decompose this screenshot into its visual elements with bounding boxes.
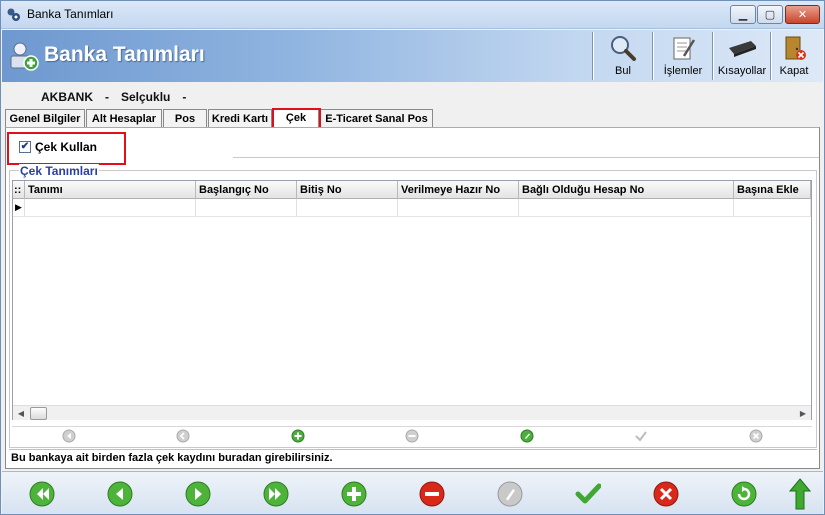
refresh-icon[interactable] (731, 481, 757, 507)
tab-e-ticaret-sanal-pos[interactable]: E-Ticaret Sanal Pos (320, 109, 433, 127)
maximize-button[interactable]: ▢ (757, 5, 783, 24)
maximize-icon: ▢ (764, 8, 776, 21)
header-band: Banka Tanımları Bul İşlemler Kısayollar … (2, 30, 823, 82)
bank-user-icon (10, 42, 39, 71)
islemler-button[interactable]: İşlemler (654, 30, 712, 82)
column-basina-ekle[interactable]: Başına Ekle (734, 181, 811, 199)
first-icon[interactable] (29, 481, 55, 507)
previous-icon[interactable] (107, 481, 133, 507)
magnifier-icon (611, 36, 636, 61)
document-edit-icon (673, 37, 696, 60)
scroll-right-icon[interactable]: ▶ (796, 407, 810, 420)
bank-sep: - (182, 90, 187, 104)
grid-navigator (12, 426, 812, 444)
remove-icon[interactable] (419, 481, 445, 507)
bank-sep: - (105, 90, 109, 104)
checkbox-highlight (7, 132, 126, 165)
bul-button[interactable]: Bul (594, 30, 652, 82)
minimize-button[interactable]: ▁ (730, 5, 756, 24)
cell-baslangic-no[interactable] (196, 199, 297, 217)
column-bagli-hesap-no[interactable]: Bağlı Olduğu Hesap No (519, 181, 734, 199)
column-tanimi[interactable]: Tanımı (25, 181, 196, 199)
bank-branch: Selçuklu (121, 90, 171, 104)
exit-door-icon (785, 36, 806, 60)
status-text: Bu bankaya ait birden fazla çek kaydını … (9, 449, 817, 466)
cancel-record-icon[interactable] (749, 429, 763, 443)
tab-strip: Genel Bilgiler Alt Hesaplar Pos Kredi Ka… (5, 108, 820, 127)
row-indicator: ▶ (13, 199, 25, 217)
close-window-button[interactable]: ✕ (785, 5, 820, 24)
grid-corner: :: (13, 181, 25, 199)
edit-record-icon[interactable] (520, 429, 534, 443)
footer-toolbar (2, 471, 823, 514)
tab-pos[interactable]: Pos (163, 109, 207, 127)
table-row[interactable]: ▶ (13, 199, 811, 217)
bank-name: AKBANK (41, 90, 93, 104)
cek-grid[interactable]: :: Tanımı Başlangıç No Bitiş No Verilmey… (12, 180, 812, 420)
scroll-left-icon[interactable]: ◀ (14, 407, 28, 420)
next-icon[interactable] (185, 481, 211, 507)
prior-record-icon[interactable] (176, 429, 190, 443)
bul-label: Bul (615, 65, 631, 77)
first-record-icon[interactable] (62, 429, 76, 443)
keyboard-icon (729, 41, 756, 57)
app-icon (7, 8, 20, 21)
last-icon[interactable] (263, 481, 289, 507)
add-icon[interactable] (341, 481, 367, 507)
tab-highlight (272, 108, 321, 129)
insert-record-icon[interactable] (291, 429, 305, 443)
divider (233, 157, 819, 158)
cancel-icon[interactable] (653, 481, 679, 507)
up-arrow-icon[interactable] (789, 478, 811, 510)
minimize-icon: ▁ (738, 8, 748, 21)
scroll-thumb[interactable] (30, 407, 47, 420)
save-icon[interactable] (575, 481, 601, 507)
title-bar: Banka Tanımları ▁ ▢ ✕ (1, 1, 824, 29)
horizontal-scrollbar[interactable]: ◀ ▶ (13, 405, 811, 420)
bank-info: AKBANK - Selçuklu - (41, 90, 198, 104)
window-title: Banka Tanımları (27, 7, 114, 21)
cell-basina-ekle[interactable] (734, 199, 811, 217)
column-baslangic-no[interactable]: Başlangıç No (196, 181, 297, 199)
cell-bitis-no[interactable] (297, 199, 398, 217)
post-record-icon[interactable] (634, 429, 648, 443)
kapat-label: Kapat (779, 65, 809, 77)
page-title: Banka Tanımları (44, 43, 205, 66)
tab-kredi-karti[interactable]: Kredi Kartı (208, 109, 272, 127)
edit-icon[interactable] (497, 481, 523, 507)
tab-alt-hesaplar[interactable]: Alt Hesaplar (86, 109, 162, 127)
islemler-label: İşlemler (663, 65, 703, 77)
cell-tanimi[interactable] (25, 199, 196, 217)
close-icon: ✕ (797, 8, 808, 21)
delete-record-icon[interactable] (405, 429, 419, 443)
cell-verilmeye-hazir-no[interactable] (398, 199, 519, 217)
cell-bagli-hesap-no[interactable] (519, 199, 734, 217)
main-window: Banka Tanımları ▁ ▢ ✕ Banka Tanımları Bu… (0, 0, 825, 515)
column-verilmeye-hazir-no[interactable]: Verilmeye Hazır No (398, 181, 519, 199)
kisayollar-button[interactable]: Kısayollar (713, 30, 771, 82)
group-title: Çek Tanımları (19, 164, 99, 178)
kapat-button[interactable]: Kapat (765, 30, 823, 82)
column-bitis-no[interactable]: Bitiş No (297, 181, 398, 199)
tab-genel-bilgiler[interactable]: Genel Bilgiler (5, 109, 85, 127)
grid-header: :: Tanımı Başlangıç No Bitiş No Verilmey… (13, 181, 811, 199)
kisayollar-label: Kısayollar (717, 65, 767, 77)
